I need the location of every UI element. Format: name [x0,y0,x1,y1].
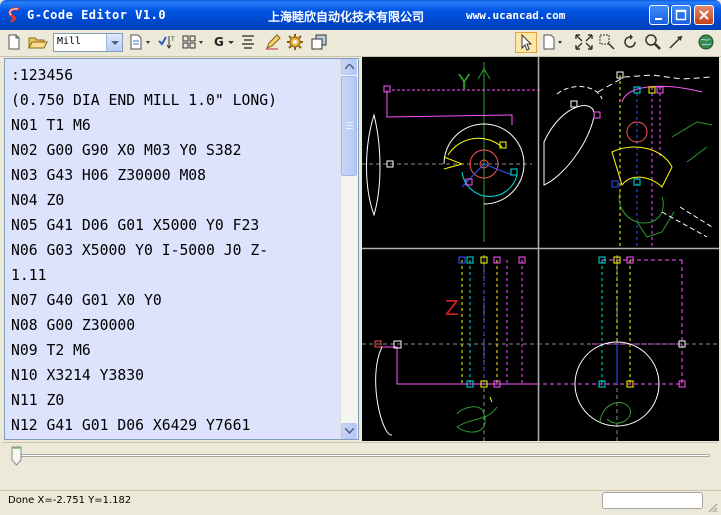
zoom-magnifier-icon[interactable] [644,33,662,53]
maximize-button[interactable] [671,5,691,25]
window-stack-icon[interactable] [310,33,328,53]
playback-track[interactable] [14,454,710,457]
code-line[interactable]: N04 Z0 [11,188,325,213]
window-title: G-Code Editor V1.0 [27,8,167,22]
pan-diagonal-icon[interactable] [667,33,685,53]
globe-icon[interactable] [697,33,715,53]
code-line[interactable]: N11 Z0 [11,388,325,413]
scroll-down-button[interactable] [341,423,357,439]
code-line[interactable]: 1.11 [11,263,325,288]
viewport-side-yz[interactable] [538,255,719,441]
edit-pen-icon[interactable] [264,33,282,53]
viewport-front-xz[interactable]: Z [362,255,538,441]
close-button[interactable] [694,5,714,25]
mode-dropdown[interactable]: Mill [53,33,123,52]
editor-vertical-scrollbar[interactable] [340,59,358,439]
code-line[interactable]: N10 X3214 Y3830 [11,363,325,388]
code-line[interactable]: N09 T2 M6 [11,338,325,363]
app-window: G-Code Editor V1.0 上海睦欣自动化技术有限公司 www.uca… [0,0,721,515]
app-logo-icon [6,7,22,23]
grid-menu-icon[interactable] [181,33,207,53]
scroll-thumb[interactable] [341,76,357,176]
toolbar: Mill T G [0,30,721,57]
code-line[interactable]: :123456 [11,63,325,88]
chevron-down-icon[interactable] [106,34,122,51]
g-code-menu-arrow-icon[interactable] [227,33,235,53]
gcode-editor[interactable]: :123456 (0.750 DIA END MILL 1.0" LONG) N01… [4,58,359,440]
code-line[interactable]: N12 G41 G01 D06 X6429 Y7661 [11,413,325,438]
open-folder-icon[interactable] [28,33,48,53]
code-line[interactable]: N05 G41 D06 G01 X5000 Y0 F23 [11,213,325,238]
viewport-top-xy[interactable]: Y [362,62,540,242]
zoom-window-icon[interactable] [598,33,616,53]
code-line[interactable]: (0.750 DIA END MILL 1.0" LONG) [11,88,325,113]
code-line[interactable]: N07 G40 G01 X0 Y0 [11,288,325,313]
status-bar: Done X=-2.751 Y=1.182 [0,490,721,515]
page-menu-icon[interactable] [542,33,566,53]
status-progress-bar [602,492,703,509]
toolpath-viewports[interactable]: Y Z [362,57,719,441]
playback-slider-handle[interactable] [11,446,22,466]
title-bar[interactable]: G-Code Editor V1.0 上海睦欣自动化技术有限公司 www.uca… [0,0,721,30]
settings-gear-icon[interactable] [286,33,304,53]
company-name: 上海睦欣自动化技术有限公司 [268,10,425,24]
code-line[interactable]: N02 G00 G90 X0 M03 Y0 S382 [11,138,325,163]
code-line[interactable]: N03 G43 H06 Z30000 M08 [11,163,325,188]
rotate-view-icon[interactable] [621,33,639,53]
playback-slider-area [2,442,718,489]
gcode-text-area[interactable]: :123456 (0.750 DIA END MILL 1.0" LONG) N01… [11,63,341,438]
scroll-up-button[interactable] [341,59,357,75]
mode-dropdown-value: Mill [57,36,82,47]
fit-view-icon[interactable] [574,33,594,53]
code-line[interactable]: N01 T1 M6 [11,113,325,138]
website-label: www.ucancad.com [466,9,566,22]
align-tool-icon[interactable] [240,33,256,53]
sort-check-icon[interactable]: T [157,33,177,53]
code-line[interactable]: N06 G03 X5000 Y0 I-5000 J0 Z- [11,238,325,263]
code-line[interactable]: N08 G00 Z30000 [11,313,325,338]
status-text: Done X=-2.751 Y=1.182 [8,495,132,506]
svg-text:T: T [170,36,175,43]
new-file-icon[interactable] [6,33,22,53]
resize-grip-icon[interactable] [706,501,718,513]
z-axis-label: Z [445,296,459,320]
select-pointer-button[interactable] [515,32,537,53]
document-settings-icon[interactable] [129,33,155,53]
g-code-menu-label[interactable]: G [214,35,224,49]
viewport-isometric[interactable] [543,71,713,247]
minimize-button[interactable] [649,5,669,25]
